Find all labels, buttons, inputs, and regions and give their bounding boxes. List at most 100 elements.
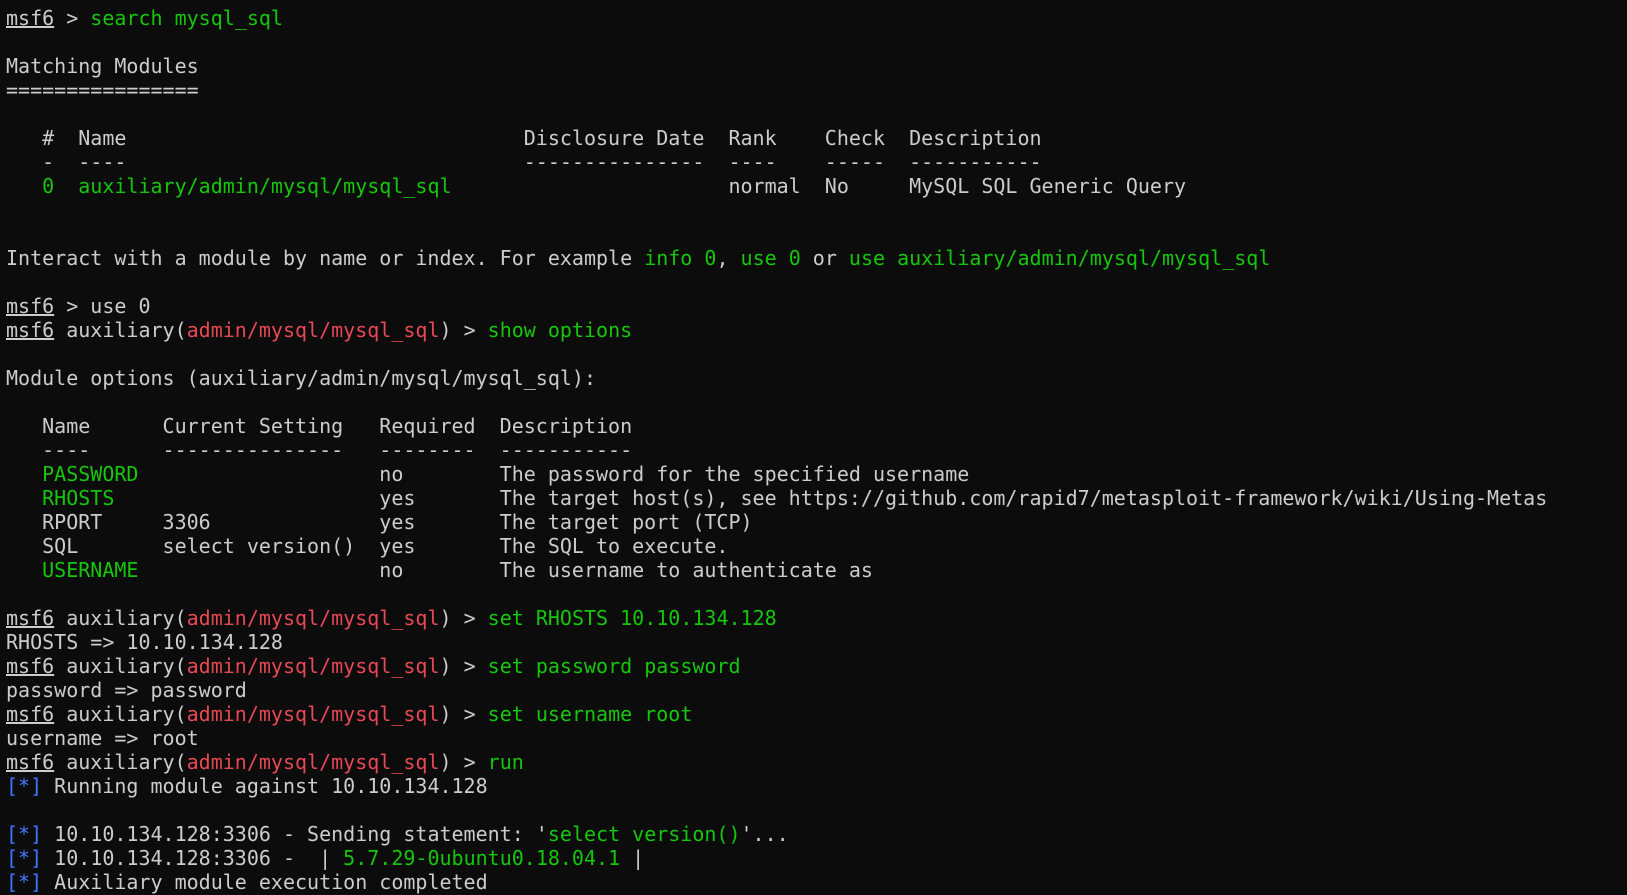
terminal-text: admin/mysql/mysql_sql (186, 702, 440, 726)
terminal-text: auxiliary( (54, 606, 187, 630)
terminal-text: no The username to authenticate as (138, 558, 873, 582)
terminal-line: msf6 auxiliary(admin/mysql/mysql_sql) > … (6, 606, 1627, 630)
terminal-line: [*] 10.10.134.128:3306 - | 5.7.29-0ubunt… (6, 846, 1627, 870)
terminal-line: password => password (6, 678, 1627, 702)
terminal-text: auxiliary( (54, 750, 187, 774)
terminal-text: admin/mysql/mysql_sql (186, 318, 440, 342)
terminal-line: Module options (auxiliary/admin/mysql/my… (6, 366, 1627, 390)
terminal-line: Interact with a module by name or index.… (6, 246, 1627, 270)
terminal-line: username => root (6, 726, 1627, 750)
terminal-text: use auxiliary/admin/mysql/mysql_sql (848, 246, 1271, 270)
terminal-text: ) > (439, 318, 488, 342)
terminal-line: ---- --------------- -------- ----------… (6, 438, 1627, 462)
status-marker: [*] (6, 822, 43, 846)
terminal-text: set RHOSTS 10.10.134.128 (487, 606, 777, 630)
terminal-text: info 0 (644, 246, 717, 270)
terminal-text: set password password (487, 654, 741, 678)
terminal-text: auxiliary( (54, 702, 187, 726)
terminal-text: # Name Disclosure Date Rank Check Descri… (6, 126, 1042, 150)
terminal-text: ================ (6, 78, 199, 102)
terminal-text: ) > (439, 654, 488, 678)
terminal-text: admin/mysql/mysql_sql (186, 654, 440, 678)
terminal-text: set username root (487, 702, 693, 726)
prompt-label: msf6 (6, 6, 55, 30)
terminal-text: show options (487, 318, 633, 342)
terminal-text: ---- --------------- -------- ----------… (6, 438, 633, 462)
terminal-line: RHOSTS => 10.10.134.128 (6, 630, 1627, 654)
terminal-text: Auxiliary module execution completed (42, 870, 488, 894)
terminal-text: username => root (6, 726, 199, 750)
terminal-text: 0 auxiliary/admin/mysql/mysql_sql (42, 174, 452, 198)
terminal-text: ) > (439, 750, 488, 774)
terminal-text: yes The target host(s), see https://gith… (114, 486, 1548, 510)
status-marker: [*] (6, 870, 43, 894)
terminal-line: 0 auxiliary/admin/mysql/mysql_sql normal… (6, 174, 1627, 198)
terminal-line: PASSWORD no The password for the specifi… (6, 462, 1627, 486)
terminal-text: > (54, 6, 91, 30)
terminal-line: # Name Disclosure Date Rank Check Descri… (6, 126, 1627, 150)
status-marker: [*] (6, 846, 43, 870)
terminal-line: [*] Auxiliary module execution completed (6, 870, 1627, 894)
terminal-text: PASSWORD (42, 462, 139, 486)
prompt-label: msf6 (6, 750, 55, 774)
terminal-text: Module options (auxiliary/admin/mysql/my… (6, 366, 597, 390)
prompt-label: msf6 (6, 318, 55, 342)
terminal-text: RHOSTS => 10.10.134.128 (6, 630, 283, 654)
terminal-text: normal No MySQL SQL Generic Query (451, 174, 1187, 198)
terminal-text: 10.10.134.128:3306 - Sending statement: … (42, 822, 548, 846)
terminal-text: ) > (439, 606, 488, 630)
terminal-line: [*] 10.10.134.128:3306 - Sending stateme… (6, 822, 1627, 846)
prompt-label: msf6 (6, 702, 55, 726)
terminal-text: select version() (547, 822, 741, 846)
terminal-text: USERNAME (42, 558, 139, 582)
terminal-text: search mysql_sql (90, 6, 283, 30)
terminal-text: Name Current Setting Required Descriptio… (6, 414, 633, 438)
terminal-text: 5.7.29-0ubuntu0.18.04.1 (343, 846, 621, 870)
terminal-line: msf6 auxiliary(admin/mysql/mysql_sql) > … (6, 702, 1627, 726)
terminal-text: auxiliary( (54, 318, 187, 342)
terminal-text: Running module against 10.10.134.128 (42, 774, 488, 798)
terminal-line: [*] Running module against 10.10.134.128 (6, 774, 1627, 798)
prompt-label: msf6 (6, 606, 55, 630)
terminal-line: Name Current Setting Required Descriptio… (6, 414, 1627, 438)
terminal-line: Matching Modules (6, 54, 1627, 78)
terminal-line: RHOSTS yes The target host(s), see https… (6, 486, 1627, 510)
terminal-text: Matching Modules (6, 54, 199, 78)
terminal-line: SQL select version() yes The SQL to exec… (6, 534, 1627, 558)
terminal-line: - ---- --------------- ---- ----- ------… (6, 150, 1627, 174)
terminal-text: auxiliary( (54, 654, 187, 678)
terminal-text: or (800, 246, 849, 270)
prompt-label: msf6 (6, 654, 55, 678)
terminal-line: msf6 > use 0 (6, 294, 1627, 318)
terminal-text: password => password (6, 678, 247, 702)
terminal-line: msf6 auxiliary(admin/mysql/mysql_sql) > … (6, 750, 1627, 774)
terminal-line: msf6 auxiliary(admin/mysql/mysql_sql) > … (6, 318, 1627, 342)
terminal-text: RPORT 3306 yes The target port (TCP) (6, 510, 753, 534)
prompt-label: msf6 (6, 294, 55, 318)
terminal-text: run (487, 750, 524, 774)
terminal-line: USERNAME no The username to authenticate… (6, 558, 1627, 582)
terminal-text: > use 0 (54, 294, 151, 318)
terminal-text: ) > (439, 702, 488, 726)
terminal-text: , (716, 246, 741, 270)
terminal-text: admin/mysql/mysql_sql (186, 606, 440, 630)
terminal-text: RHOSTS (42, 486, 115, 510)
terminal-text: no The password for the specified userna… (138, 462, 970, 486)
terminal-line: ================ (6, 78, 1627, 102)
terminal-window[interactable]: msf6 > search mysql_sql Matching Modules =… (0, 0, 1627, 895)
terminal-line: RPORT 3306 yes The target port (TCP) (6, 510, 1627, 534)
terminal-text: Interact with a module by name or index.… (6, 246, 645, 270)
terminal-text: '... (740, 822, 789, 846)
terminal-line: msf6 auxiliary(admin/mysql/mysql_sql) > … (6, 654, 1627, 678)
terminal-text: | (620, 846, 645, 870)
terminal-text: admin/mysql/mysql_sql (186, 750, 440, 774)
